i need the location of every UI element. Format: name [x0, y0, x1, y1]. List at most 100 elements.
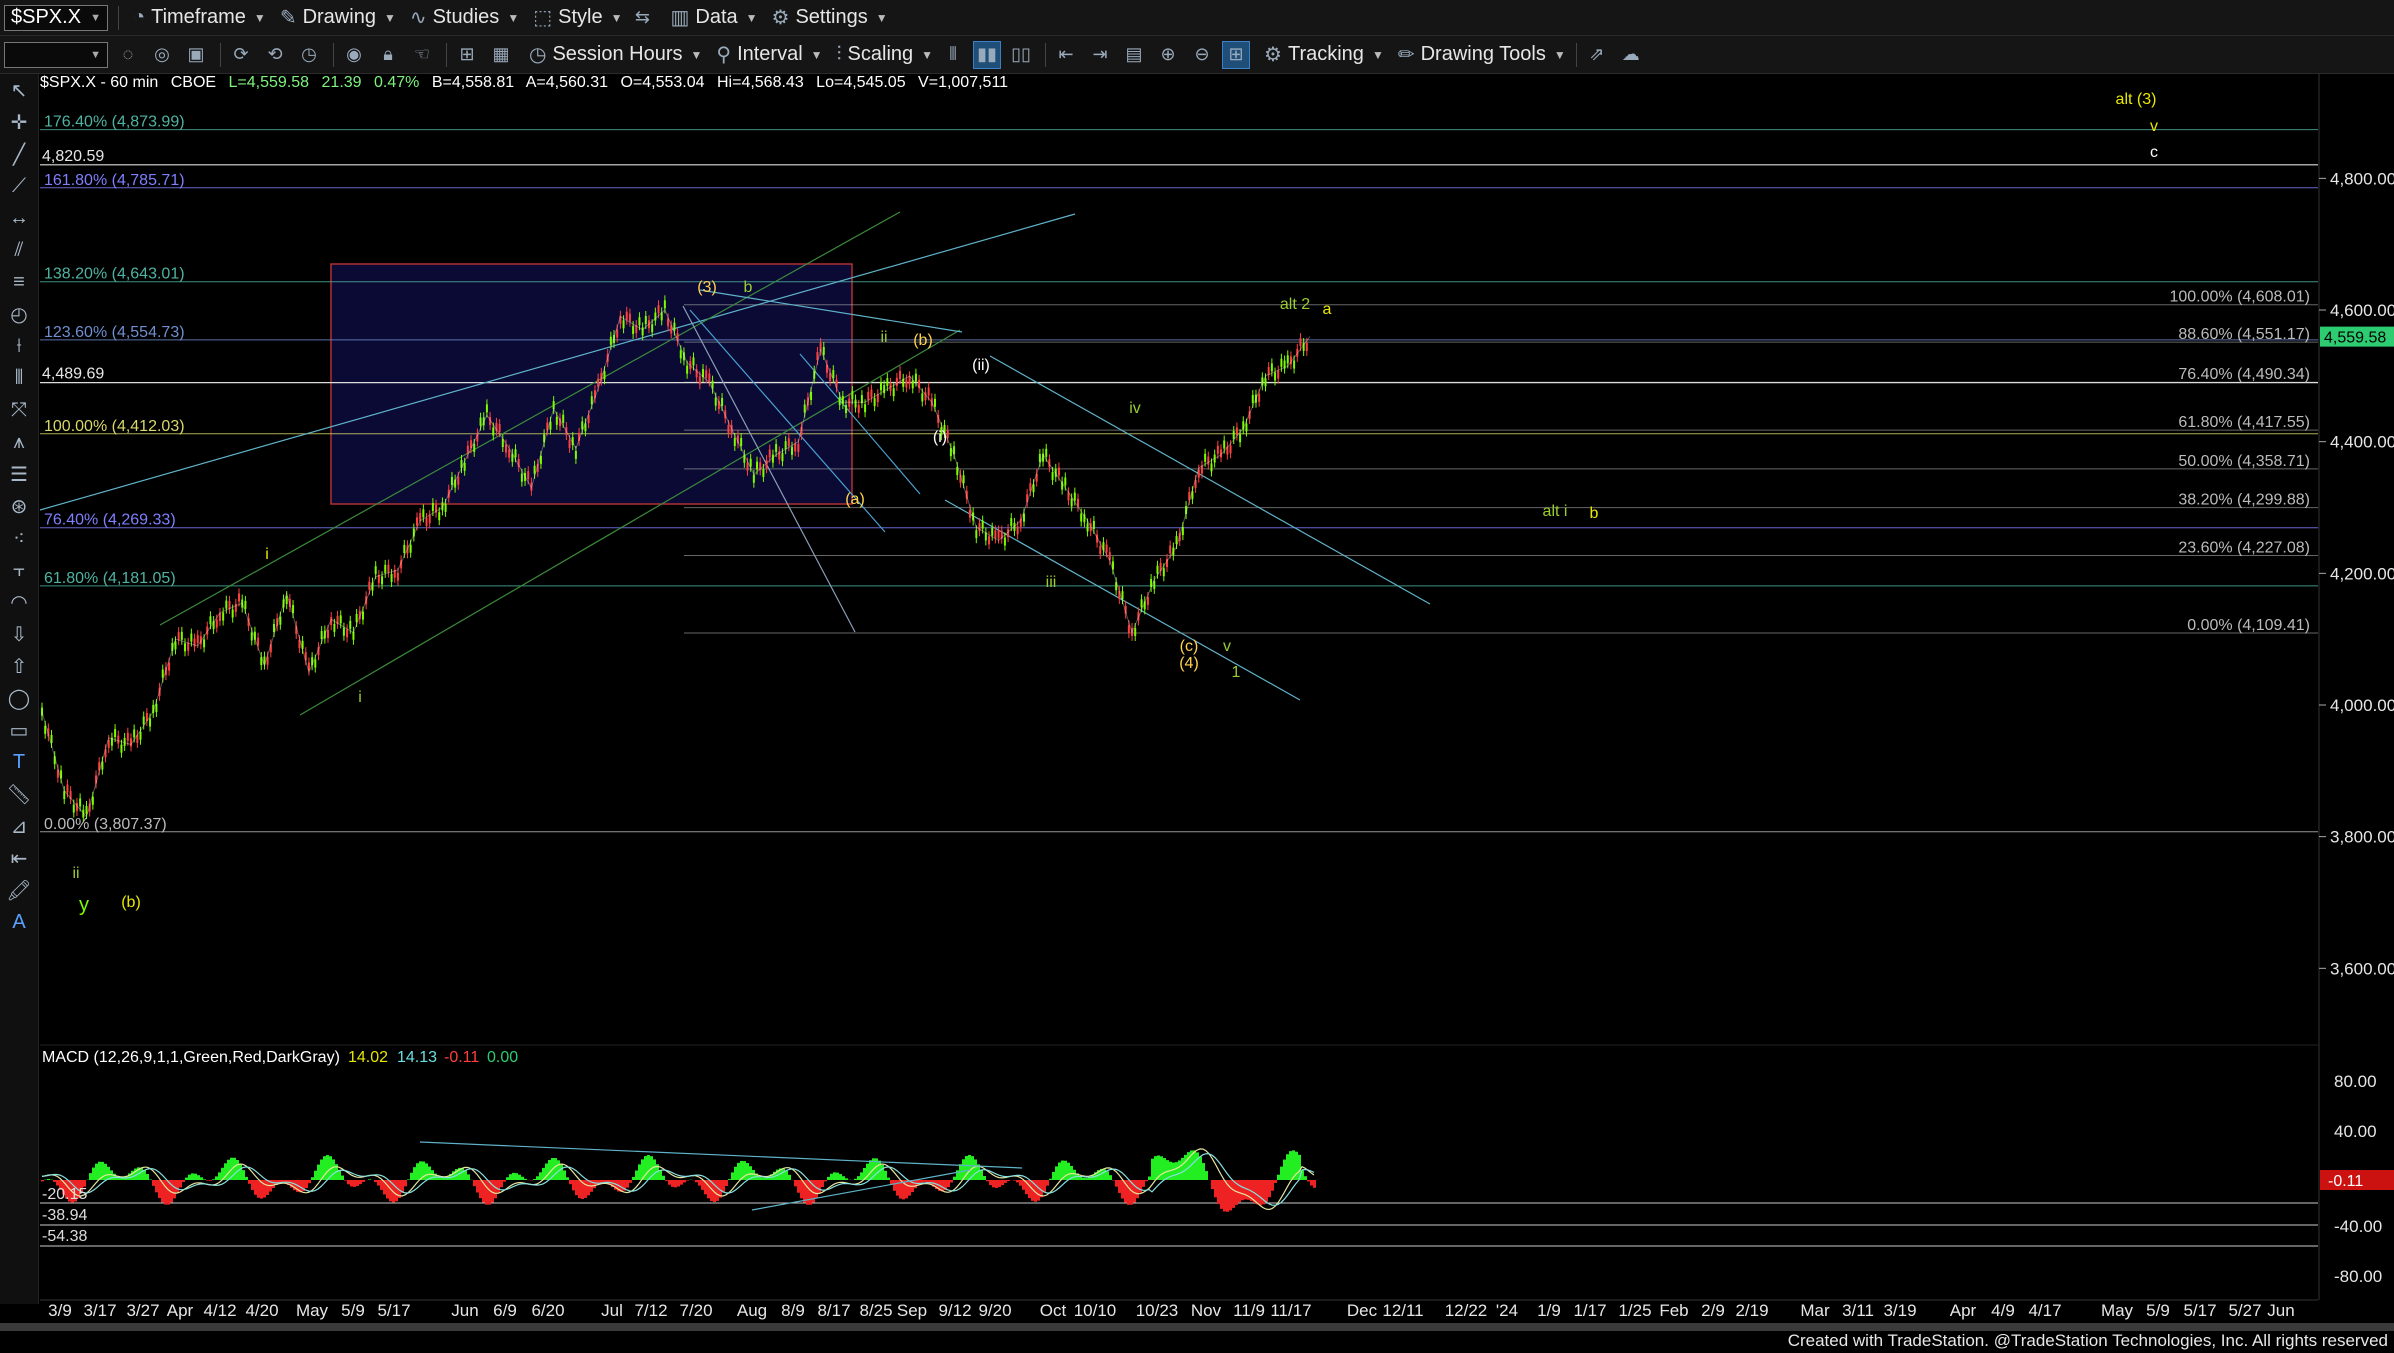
link-icon[interactable]: ◎ [148, 41, 176, 69]
cloud-icon[interactable]: ☁ [1617, 41, 1645, 69]
price-candle [142, 716, 145, 725]
zoom-out-icon[interactable]: ⊖ [1188, 41, 1216, 69]
fib-icon[interactable]: ≡ [0, 266, 38, 298]
measure-icon[interactable]: ⊿ [0, 810, 38, 842]
highlighter-icon[interactable]: 🖍︎ [0, 874, 38, 906]
price-candle [349, 620, 352, 629]
style-menu[interactable]: ⬚ Style ▼ [533, 5, 622, 30]
regression-icon[interactable]: ⫟ [0, 554, 38, 586]
time-tick-label: Apr [167, 1301, 194, 1320]
candlestick-icon[interactable]: ▮▮ [973, 40, 1002, 69]
price-candle [238, 593, 241, 602]
fan-icon[interactable]: ⊛ [0, 490, 38, 522]
arrow-up-icon[interactable]: ⇧ [0, 650, 38, 682]
pitchfork-icon[interactable]: ⩚ [0, 426, 38, 458]
price-chart[interactable]: 176.40% (4,873.99)161.80% (4,785.71)138.… [0, 0, 2394, 1353]
layout-icon[interactable]: ⇆ [628, 4, 656, 32]
drawing-menu[interactable]: ✎ Drawing ▼ [280, 5, 396, 30]
bar-chart-icon[interactable]: ⫴ [939, 41, 967, 69]
arrow-down-icon[interactable]: ⇩ [0, 618, 38, 650]
alert-icon[interactable]: ◉ [340, 41, 368, 69]
time-tick-label: 8/9 [781, 1301, 805, 1320]
hand-icon[interactable]: ☜ [408, 41, 436, 69]
macd-histogram-bar [818, 1180, 821, 1193]
calculator-icon[interactable]: ▦ [487, 41, 515, 69]
zoom-in-icon[interactable]: ⊕ [1154, 41, 1182, 69]
channel-icon[interactable]: ⫽ [0, 234, 38, 266]
macd-histogram-bar [1154, 1156, 1157, 1180]
ruler-icon[interactable]: 📏︎ [0, 778, 38, 810]
price-candle [250, 632, 253, 641]
sync-icon[interactable]: ⟳ [227, 41, 255, 69]
refresh-icon[interactable]: ◌ [114, 41, 142, 69]
time-tick-label: Apr [1950, 1301, 1977, 1320]
grid-icon[interactable]: ⊞ [453, 41, 481, 69]
sync-alt-icon[interactable]: ⟲ [261, 41, 289, 69]
vertical-bars-icon[interactable]: ⦀ [0, 362, 38, 394]
clock-icon[interactable]: ◷ [295, 41, 323, 69]
macd-diff-value: -0.11 [444, 1049, 479, 1066]
text-box-icon[interactable]: A [0, 906, 38, 938]
timeframe-menu[interactable]: ◔ Timeframe ▼ [133, 6, 266, 29]
export-icon[interactable]: ⇗ [1583, 41, 1611, 69]
price-candle [632, 325, 635, 334]
price-candle [1092, 520, 1095, 529]
macd-histogram-bar [806, 1180, 809, 1205]
hollow-candle-icon[interactable]: ▯▯ [1007, 41, 1035, 69]
grid-toggle-icon[interactable]: ⊞ [1222, 40, 1251, 69]
session-hours-menu[interactable]: ◷ Session Hours ▼ [529, 42, 702, 67]
drawing-tools-menu[interactable]: ✏ Drawing Tools ▼ [1398, 42, 1566, 67]
price-candle [651, 324, 654, 333]
crosshair-icon[interactable]: ✛ [0, 106, 38, 138]
price-candle [628, 313, 631, 322]
macd-histogram-bar [725, 1180, 728, 1187]
cycle-icon[interactable]: ◴ [0, 298, 38, 330]
price-candle [504, 444, 507, 453]
pointer-icon[interactable]: ↖ [0, 74, 38, 106]
lock-icon[interactable]: 🔒︎ [374, 41, 402, 69]
macd-histogram-bar [254, 1180, 257, 1195]
macd-histogram-bar [698, 1180, 701, 1186]
macd-histogram-bar [359, 1180, 362, 1185]
macd-histogram-bar [785, 1170, 788, 1180]
window-icon[interactable]: ▣ [182, 41, 210, 69]
interval-menu[interactable]: ⚲ Interval ▼ [716, 42, 822, 67]
horizontal-arrow-icon[interactable]: ↔ [0, 202, 38, 234]
fib-level-label: 61.80% (4,181.05) [44, 570, 176, 587]
data-menu[interactable]: ▥ Data ▼ [670, 5, 757, 30]
macd-histogram-bar [1202, 1163, 1205, 1180]
settings-menu[interactable]: ⚙ Settings ▼ [772, 5, 888, 30]
symbol-selector[interactable]: $SPX.X ▼ [4, 4, 108, 31]
price-candle [387, 564, 390, 573]
price-candle [879, 382, 882, 391]
gann-icon[interactable]: ⤧ [0, 394, 38, 426]
price-tick-label: 4,600.00 [2330, 301, 2394, 320]
price-candle [1064, 477, 1067, 486]
ellipse-icon[interactable]: ◯ [0, 682, 38, 714]
macd-histogram-bar [788, 1174, 791, 1180]
macd-histogram-bar [173, 1180, 176, 1199]
horizontal-scrollbar[interactable] [0, 1323, 2394, 1331]
time-range-icon[interactable]: ⇤ [0, 842, 38, 874]
trendline-icon[interactable]: ╱ [0, 138, 38, 170]
interval-selector[interactable]: ▼ [4, 41, 108, 68]
fib-level-label: 76.40% (4,269.33) [44, 512, 176, 529]
text-icon[interactable]: T [0, 746, 38, 778]
tracking-menu[interactable]: ⚙ Tracking ▼ [1264, 42, 1384, 67]
scatter-icon[interactable]: ⁖ [0, 522, 38, 554]
speed-line-icon[interactable]: ⟊ [0, 330, 38, 362]
expand-icon[interactable]: ⇥ [1086, 41, 1114, 69]
macd-histogram-bar [587, 1180, 590, 1196]
macd-histogram-bar [1151, 1158, 1154, 1180]
compress-icon[interactable]: ⇤ [1052, 41, 1080, 69]
macd-histogram-bar [830, 1173, 833, 1180]
lines-icon[interactable]: ☰ [0, 458, 38, 490]
fib-level-label: 161.80% (4,785.71) [44, 172, 185, 189]
scaling-menu[interactable]: ⫶ Scaling ▼ [837, 43, 934, 66]
studies-menu[interactable]: ∿ Studies ▼ [410, 5, 519, 30]
arc-icon[interactable]: ◠ [0, 586, 38, 618]
panel-icon[interactable]: ▤ [1120, 41, 1148, 69]
ray-icon[interactable]: ⟋ [0, 170, 38, 202]
macd-histogram-bar [671, 1180, 674, 1187]
rectangle-icon[interactable]: ▭ [0, 714, 38, 746]
